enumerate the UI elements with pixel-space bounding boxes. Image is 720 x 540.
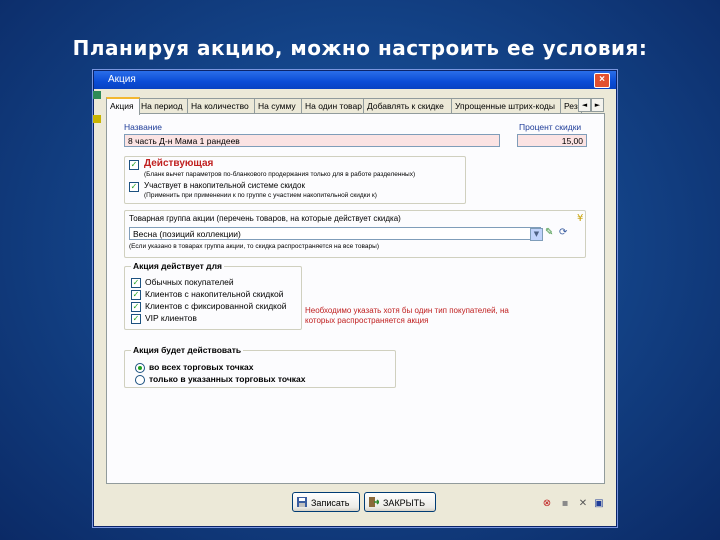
all-stores-label: во всех торговых точках [149,362,254,372]
applies-to-title: Акция действует для [131,261,224,271]
fixed-customers-checkbox[interactable]: ✓ [131,302,141,312]
product-group-hint: (Если указано в товарах группа акции, то… [129,243,379,250]
active-hint: (Бланк вычет параметров по-бланкового пр… [144,171,416,178]
active-label: Действующая [144,158,214,169]
help-icon[interactable]: ▣ [594,499,604,509]
vip-customers-label: VIP клиентов [145,313,197,323]
chevron-down-icon[interactable]: ▼ [530,228,543,241]
pin-icon[interactable]: ¥ [577,214,583,224]
slide-title: Планируя акцию, можно настроить ее услов… [72,36,648,60]
close-button-label: ЗАКРЫТЬ [383,498,426,508]
refresh-icon[interactable]: ⟳ [559,228,567,238]
close-icon[interactable]: × [594,73,610,88]
tab-scroll-left-icon[interactable]: ◄ [578,98,591,112]
applies-to-warning: Необходимо указать хотя бы один тип поку… [305,306,509,325]
tab-period[interactable]: На период [137,98,189,113]
selected-stores-label: только в указанных торговых точках [149,374,306,384]
vip-customers-checkbox[interactable]: ✓ [131,314,141,324]
accumulative-customers-label: Клиентов с накопительной скидкой [145,289,284,299]
promotion-panel: Название Процент скидки 8 часть Д-н Мама… [106,113,605,484]
delete-icon[interactable]: ✕ [578,499,588,509]
close-button[interactable]: ЗАКРЫТЬ [364,492,436,512]
stores-title: Акция будет действовать [131,345,244,355]
all-stores-radio[interactable] [135,363,145,373]
tab-promotion[interactable]: Акция [106,97,140,115]
discount-label: Процент скидки [519,122,582,132]
side-marker [93,91,101,99]
accumulative-hint: (Применить при применении к по группе с … [144,192,377,199]
tab-quantity[interactable]: На количество [187,98,256,113]
tab-sum[interactable]: На сумму [254,98,303,113]
fixed-customers-label: Клиентов с фиксированной скидкой [145,301,287,311]
disk-icon[interactable]: ▪ [560,499,570,509]
product-group-label: Товарная группа акции (перечень товаров,… [129,214,401,223]
exit-icon [369,497,379,507]
promotion-window: Акция × Акция На период На количество На… [93,70,617,527]
regular-customers-label: Обычных покупателей [145,277,234,287]
accumulative-customers-checkbox[interactable]: ✓ [131,290,141,300]
active-checkbox[interactable]: ✓ [129,160,139,170]
tab-scroll-right-icon[interactable]: ► [591,98,604,112]
side-marker [93,115,101,123]
tab-one-item[interactable]: На один товар [301,98,365,113]
window-titlebar[interactable]: Акция × [94,71,616,89]
tab-barcodes[interactable]: Упрощенные штрих-коды [451,98,562,113]
window-title: Акция [108,74,136,85]
selected-stores-radio[interactable] [135,375,145,385]
save-button-label: Записать [311,498,350,508]
tab-strip: Акция На период На количество На сумму Н… [106,97,604,115]
save-icon [297,497,307,507]
edit-icon[interactable]: ✎ [545,228,553,238]
stop-icon[interactable]: ⊗ [542,499,552,509]
tab-add-to-discount[interactable]: Добавлять к скидке [363,98,453,113]
accumulative-checkbox[interactable]: ✓ [129,182,139,192]
accumulative-label: Участвует в накопительной системе скидок [144,181,305,190]
name-field[interactable]: 8 часть Д-н Мама 1 рандеев [124,134,500,147]
regular-customers-checkbox[interactable]: ✓ [131,278,141,288]
save-button[interactable]: Записать [292,492,360,512]
product-group-select[interactable]: Весна (позиций коллекции) [129,227,541,240]
name-label: Название [124,122,162,132]
discount-field[interactable]: 15,00 [517,134,587,147]
